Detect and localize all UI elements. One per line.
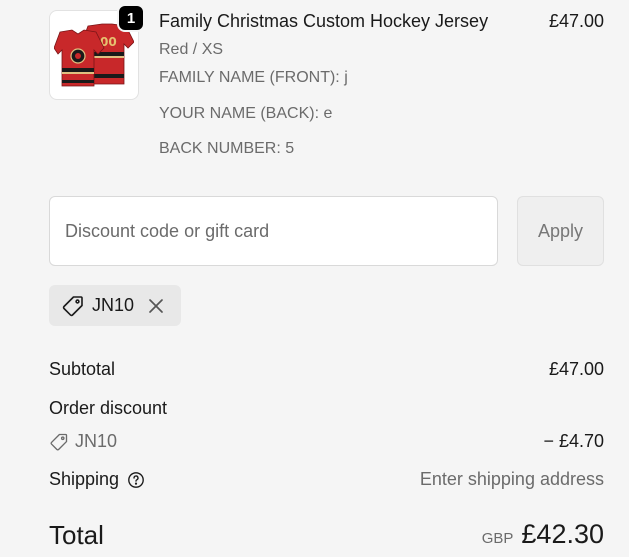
currency-code: GBP: [481, 530, 514, 547]
help-circle-icon[interactable]: [127, 471, 145, 489]
cart-line-item: 00 1 Family Christmas Custom Hockey Jers…: [49, 4, 604, 180]
product-image-wrapper: 00 1: [49, 4, 145, 100]
discount-code-line: JN10: [49, 431, 117, 452]
tag-icon: [50, 433, 68, 451]
total-value-group: GBP £42.30: [482, 519, 604, 550]
product-property-back-number: BACK NUMBER: 5: [159, 140, 295, 157]
discount-value: − £4.70: [543, 431, 604, 451]
apply-button[interactable]: Apply: [517, 196, 604, 266]
quantity-badge: 1: [117, 4, 145, 32]
applied-discount-code: JN10: [92, 295, 135, 315]
subtotal-label: Subtotal: [49, 359, 116, 379]
subtotal-value: £47.00: [548, 359, 604, 379]
shipping-label: Shipping: [49, 469, 120, 489]
product-property-family-name: FAMILY NAME (FRONT): j: [159, 69, 348, 86]
product-price: £47.00: [548, 11, 604, 31]
shipping-row-label: Shipping: [49, 469, 145, 490]
jersey-image: 00: [54, 23, 134, 87]
order-discount-label: Order discount: [49, 398, 168, 418]
discount-code-text: JN10: [75, 431, 118, 451]
close-icon[interactable]: [146, 296, 166, 316]
product-variant: Red / XS: [159, 41, 224, 58]
order-summary: 00 1 Family Christmas Custom Hockey Jers…: [0, 0, 629, 557]
total-value: £42.30: [521, 519, 604, 549]
product-property-your-name: YOUR NAME (BACK): e: [159, 105, 333, 122]
product-title: Family Christmas Custom Hockey Jersey: [159, 11, 489, 31]
tag-icon: [62, 295, 83, 316]
discount-code-input[interactable]: [49, 196, 498, 266]
applied-discount-chip: JN10: [49, 285, 181, 326]
shipping-value: Enter shipping address: [419, 469, 604, 489]
total-label: Total: [49, 520, 104, 550]
